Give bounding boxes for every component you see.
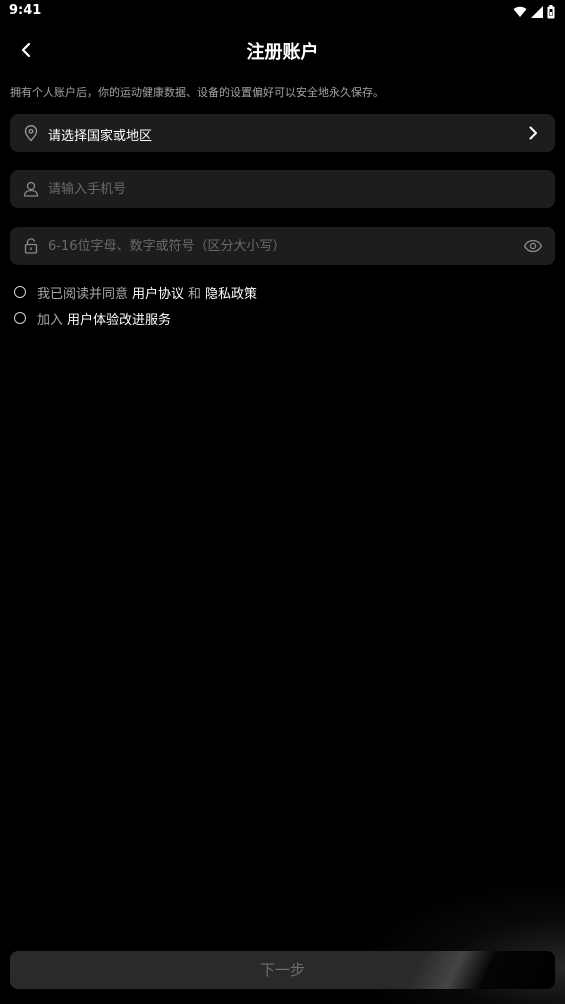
account-hint-text: 拥有个人账户后，你的运动健康数据、设备的设置偏好可以安全地永久保存。 (10, 86, 384, 99)
improvement-prefix: 加入 (37, 312, 64, 328)
lock-icon (24, 238, 38, 254)
cellular-signal-icon (531, 6, 543, 18)
wifi-icon (513, 6, 527, 18)
agreement-prefix: 我已阅读并同意 (37, 286, 129, 302)
battery-icon (547, 5, 555, 19)
region-label: 请选择国家或地区 (48, 129, 153, 144)
button-shine-decoration (375, 951, 555, 989)
password-input[interactable] (48, 227, 508, 265)
status-time: 9:41 (9, 3, 42, 18)
improvement-program-link[interactable]: 用户体验改进服务 (67, 309, 171, 328)
next-button-label: 下一步 (259, 961, 305, 979)
chevron-right-icon (529, 126, 537, 140)
status-icons (513, 4, 555, 20)
phone-input[interactable] (48, 170, 508, 208)
improvement-checkbox[interactable] (14, 312, 26, 324)
user-agreement-link[interactable]: 用户协议 (132, 283, 184, 302)
password-field (10, 227, 555, 265)
eye-icon[interactable] (523, 237, 543, 255)
next-button[interactable]: 下一步 (10, 951, 555, 989)
privacy-policy-link[interactable]: 隐私政策 (205, 283, 257, 302)
agreement-row: 我已阅读并同意 用户协议 和 隐私政策 (14, 282, 257, 302)
agreement-checkbox[interactable] (14, 286, 26, 298)
improvement-row: 加入 用户体验改进服务 (14, 308, 171, 328)
location-pin-icon (24, 125, 38, 142)
agreement-and: 和 (188, 286, 202, 302)
status-bar: 9:41 (0, 0, 565, 24)
user-icon (23, 181, 39, 197)
page-title: 注册账户 (246, 42, 319, 63)
phone-field (10, 170, 555, 208)
region-selector[interactable]: 请选择国家或地区 (10, 114, 555, 152)
app-bar: 注册账户 (0, 30, 565, 70)
